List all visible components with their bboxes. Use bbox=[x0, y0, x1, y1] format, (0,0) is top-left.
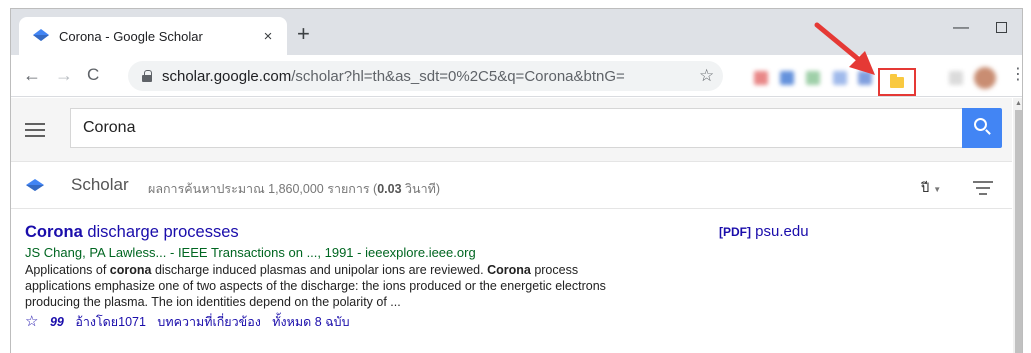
result-authors: JS Chang, PA Lawless... - IEEE Transacti… bbox=[25, 245, 476, 260]
back-button[interactable]: ← bbox=[23, 65, 41, 85]
search-result: Corona discharge processes JS Chang, PA … bbox=[25, 223, 635, 332]
maximize-button[interactable] bbox=[986, 17, 1016, 39]
annotation-arrow bbox=[814, 22, 875, 75]
result-title-link[interactable]: Corona discharge processes bbox=[25, 223, 635, 242]
scholar-label[interactable]: Scholar bbox=[71, 175, 129, 195]
cite-button[interactable]: 99 bbox=[50, 315, 64, 329]
close-window-button[interactable]: ✕ bbox=[1019, 17, 1022, 39]
save-star-icon[interactable]: ☆ bbox=[25, 313, 38, 330]
url-host: scholar.google.com bbox=[162, 67, 292, 85]
chrome-menu-icon[interactable]: ⋮ bbox=[1010, 65, 1022, 85]
forward-button[interactable]: → bbox=[55, 65, 73, 85]
bookmark-star-icon[interactable]: ☆ bbox=[699, 66, 714, 86]
tab-scholar[interactable]: Corona - Google Scholar × bbox=[19, 17, 287, 55]
caret-down-icon: ▼ bbox=[933, 185, 942, 194]
scholar-favicon-icon bbox=[33, 29, 49, 41]
browser-window: Corona - Google Scholar × + — ✕ ← → C sc… bbox=[10, 8, 1023, 353]
related-articles-link[interactable]: บทความที่เกี่ยวข้อง bbox=[157, 315, 260, 329]
address-bar[interactable]: scholar.google.com/scholar?hl=th&as_sdt=… bbox=[128, 61, 723, 91]
scholar-logo-icon bbox=[26, 179, 44, 191]
extension-gray-icon[interactable] bbox=[949, 71, 963, 85]
scrollbar-thumb[interactable] bbox=[1015, 110, 1022, 353]
result-snippet: Applications of corona discharge induced… bbox=[25, 263, 606, 309]
reload-button[interactable]: C bbox=[87, 65, 99, 85]
search-button[interactable] bbox=[962, 108, 1002, 148]
page-scrollbar[interactable]: ▲ bbox=[1013, 98, 1022, 353]
profile-avatar[interactable] bbox=[974, 67, 996, 89]
pdf-link[interactable]: [PDF] psu.edu bbox=[719, 223, 809, 240]
lock-icon bbox=[142, 70, 152, 82]
filter-icon[interactable] bbox=[973, 181, 993, 199]
scholar-results-bar: Scholar ผลการค้นหาประมาณ 1,860,000 รายกา… bbox=[11, 162, 1012, 209]
search-header: Corona bbox=[11, 98, 1012, 162]
url-path: /scholar?hl=th&as_sdt=0%2C5&q=Corona&btn… bbox=[291, 67, 625, 85]
extension-blue-icon[interactable] bbox=[780, 71, 794, 85]
result-actions: ☆ 99 อ้างโดย1071 บทความที่เกี่ยวข้อง ทั้… bbox=[25, 312, 635, 332]
all-versions-link[interactable]: ทั้งหมด 8 ฉบับ bbox=[272, 315, 349, 329]
result-time: 0.03 bbox=[377, 182, 402, 196]
folder-icon bbox=[890, 73, 904, 88]
tab-title: Corona - Google Scholar bbox=[59, 28, 203, 44]
scroll-up-icon: ▲ bbox=[1015, 100, 1022, 107]
cited-by-link[interactable]: อ้างโดย1071 bbox=[75, 315, 146, 329]
minimize-button[interactable]: — bbox=[946, 17, 976, 39]
result-count: ผลการค้นหาประมาณ 1,860,000 รายการ (0.03 … bbox=[148, 182, 441, 196]
extension-red-icon[interactable] bbox=[754, 71, 768, 85]
tab-close-icon[interactable]: × bbox=[259, 28, 277, 45]
year-filter-dropdown[interactable]: ปี ▼ bbox=[921, 177, 941, 198]
new-tab-button[interactable]: + bbox=[297, 23, 310, 45]
search-input[interactable]: Corona bbox=[70, 108, 962, 148]
url-text: scholar.google.com/scholar?hl=th&as_sdt=… bbox=[162, 68, 625, 85]
maximize-icon bbox=[995, 22, 1007, 33]
hamburger-menu-icon[interactable] bbox=[25, 123, 45, 141]
